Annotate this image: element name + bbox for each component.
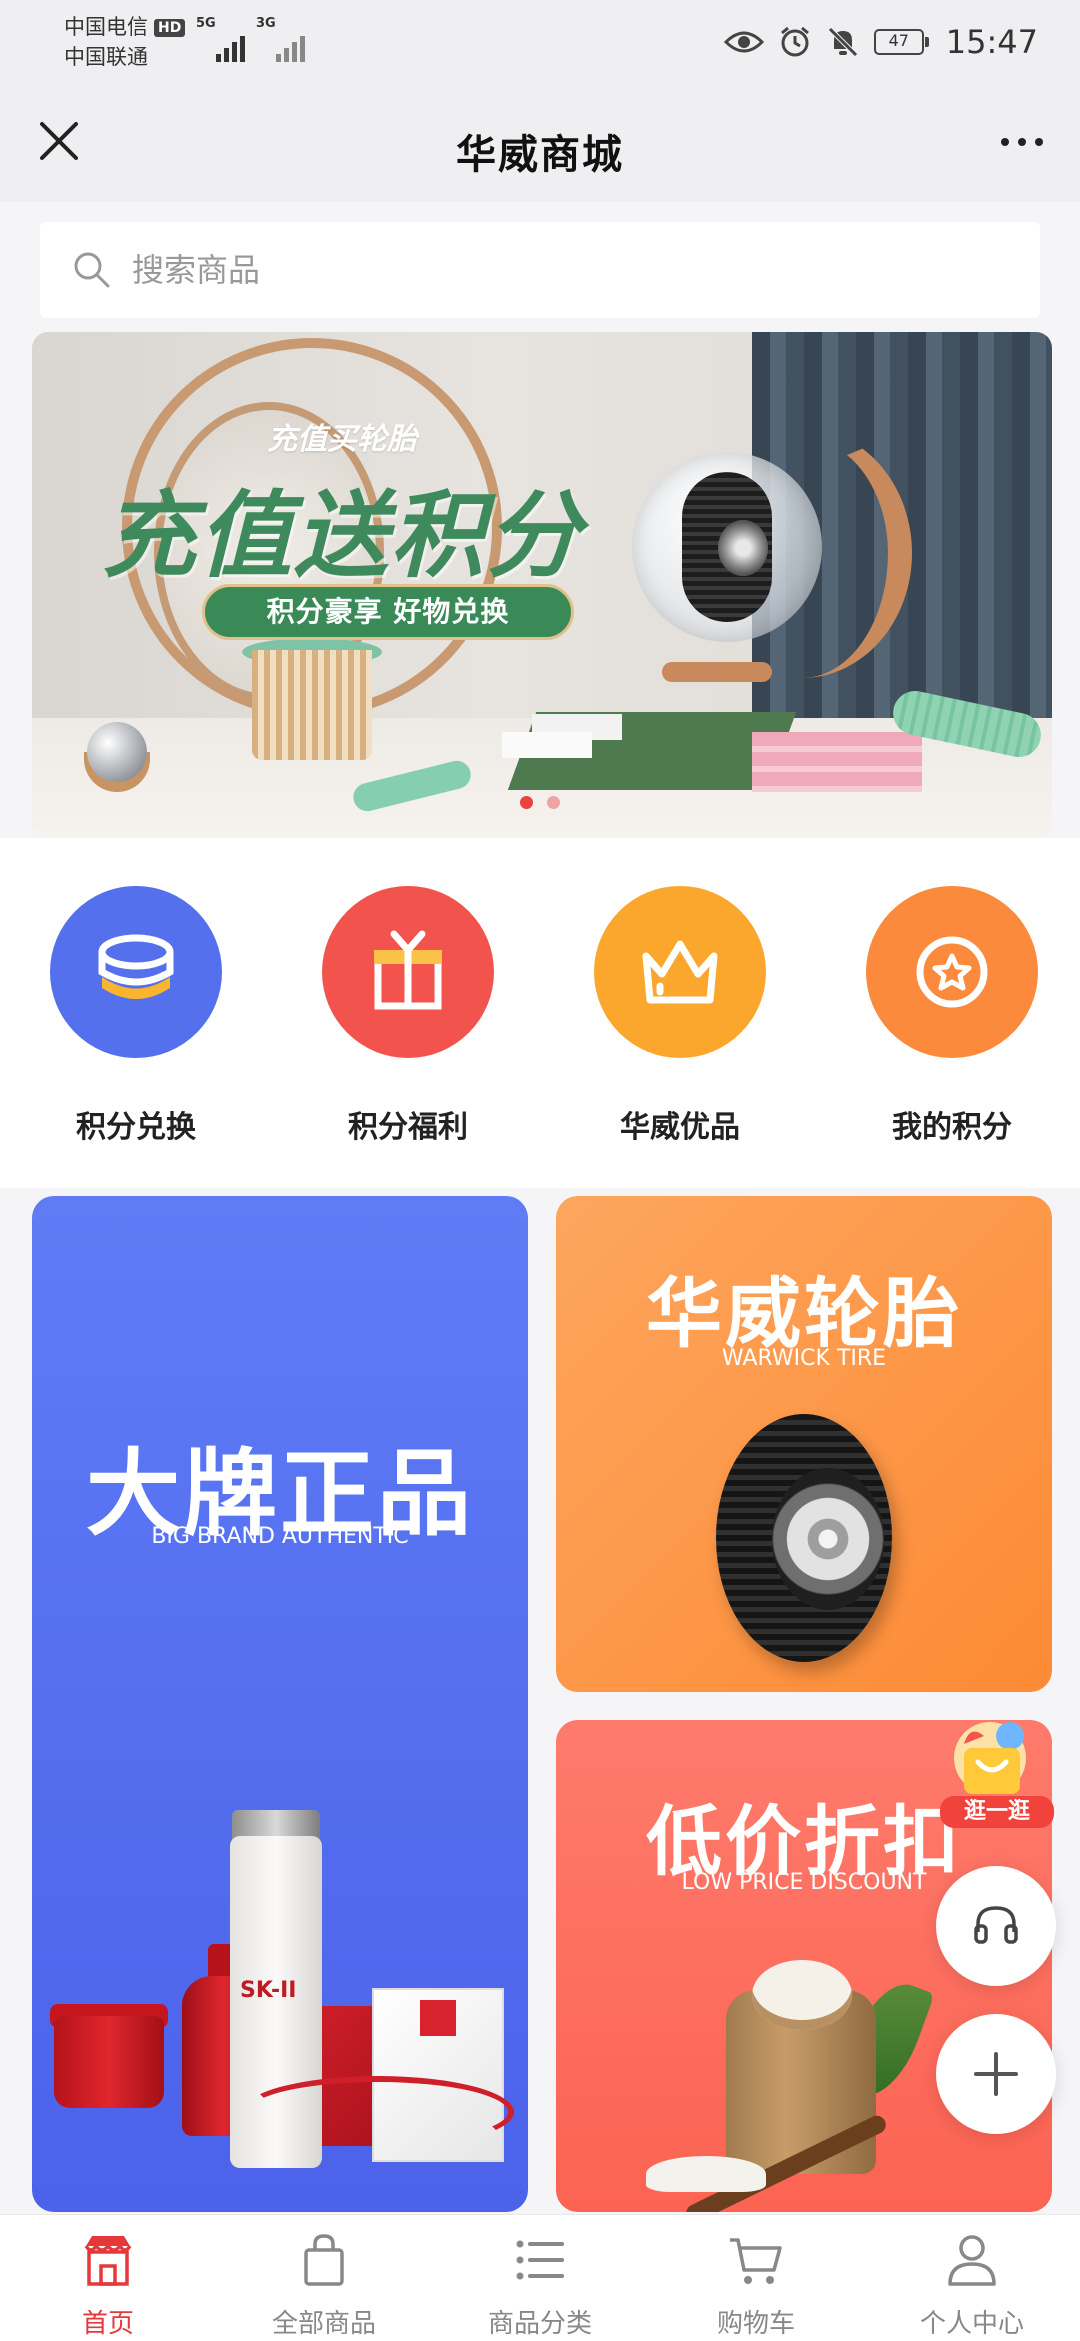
quick-action-my-points[interactable]: 我的积分	[832, 886, 1072, 1146]
status-bar: 中国电信 HD 中国联通 5G 3G 47 15:47	[0, 0, 1080, 84]
title-bar: 华威商城	[0, 84, 1080, 202]
product-ribbon	[242, 2076, 514, 2148]
nav-label: 首页	[81, 2309, 134, 2339]
coins-stack-icon	[50, 886, 222, 1058]
banner-title: 充值送积分	[101, 482, 582, 591]
warwick-tire-card[interactable]: 华威轮胎 WARWICK TIRE	[556, 1196, 1052, 1692]
tire-image	[716, 1414, 892, 1662]
nav-profile[interactable]: 个人中心	[864, 2229, 1080, 2340]
status-time: 15:47	[945, 23, 1038, 61]
cart-icon	[648, 2229, 864, 2291]
quick-action-premium[interactable]: 华威优品	[560, 886, 800, 1146]
rice-sack-top	[752, 1960, 852, 2030]
quick-actions: 积分兑换 积分福利 华威优品 我的积分	[0, 838, 1080, 1188]
page-title: 华威商城	[456, 132, 624, 178]
nav-cart[interactable]: 购物车	[648, 2229, 864, 2340]
carrier-info: 中国电信 HD 中国联通	[64, 12, 186, 72]
star-badge-icon	[866, 886, 1038, 1058]
nav-categories[interactable]: 商品分类	[432, 2229, 648, 2340]
user-icon	[864, 2229, 1080, 2291]
mute-bell-icon	[826, 25, 860, 59]
quick-action-label: 积分福利	[348, 1110, 468, 1145]
carrier-2: 中国联通	[64, 45, 148, 69]
status-icons: 47 15:47	[723, 18, 1038, 66]
quick-action-label: 积分兑换	[76, 1110, 196, 1145]
banner-pedestal	[252, 650, 372, 760]
nav-label: 购物车	[716, 2309, 795, 2339]
banner-pagination[interactable]	[520, 796, 560, 809]
gift-icon	[322, 886, 494, 1058]
more-dot-icon	[1001, 138, 1009, 146]
headset-icon	[974, 1906, 1018, 1944]
quick-action-points-exchange[interactable]: 积分兑换	[16, 886, 256, 1146]
quick-action-label: 我的积分	[892, 1110, 1012, 1145]
brand-authentic-card[interactable]: 大牌正品 BIG BRAND AUTHENTIC SK-II	[32, 1196, 528, 2212]
signal-5g-label: 5G	[196, 16, 216, 31]
plus-icon	[974, 2052, 1018, 2096]
banner-subtitle: 充值买轮胎	[267, 422, 417, 457]
banner-tire-image	[682, 472, 772, 622]
quick-action-points-welfare[interactable]: 积分福利	[288, 886, 528, 1146]
crown-icon	[594, 886, 766, 1058]
nav-home[interactable]: 首页	[0, 2229, 216, 2340]
quick-action-label: 华威优品	[620, 1110, 740, 1145]
add-button[interactable]	[936, 2014, 1056, 2134]
nav-all-products[interactable]: 全部商品	[216, 2229, 432, 2340]
signal-3g-label: 3G	[256, 16, 276, 31]
carrier-1: 中国电信	[64, 15, 148, 39]
bag-icon	[216, 2229, 432, 2291]
battery-indicator: 47	[873, 29, 929, 55]
hd-badge: HD	[154, 19, 186, 37]
browse-float-button[interactable]: 逛一逛	[934, 1718, 1056, 1838]
banner-steps	[752, 732, 922, 792]
search-bar[interactable]	[40, 222, 1040, 318]
bottom-navigation: 首页 全部商品 商品分类 购物车 个人中心	[0, 2214, 1080, 2341]
product-brand-label: SK-II	[240, 1978, 297, 2003]
nav-label: 全部商品	[271, 2309, 376, 2339]
nav-label: 个人中心	[919, 2309, 1024, 2339]
store-icon	[0, 2229, 216, 2291]
search-icon	[74, 252, 110, 288]
list-icon	[432, 2229, 648, 2291]
browse-label: 逛一逛	[963, 1799, 1030, 1824]
banner-stand	[662, 662, 772, 682]
card-subtitle: BIG BRAND AUTHENTIC	[151, 1524, 409, 1549]
promo-banner[interactable]: 充值买轮胎 充值送积分 积分豪享 好物兑换	[32, 332, 1052, 838]
banner-dot-active[interactable]	[520, 796, 533, 809]
eye-icon	[723, 28, 764, 56]
nav-label: 商品分类	[487, 2309, 592, 2339]
alarm-icon	[778, 25, 812, 59]
search-input[interactable]	[130, 250, 994, 290]
more-dot-icon	[1035, 138, 1043, 146]
rice-pile-image	[646, 2156, 766, 2192]
more-dot-icon	[1018, 138, 1026, 146]
banner-ball	[87, 722, 147, 782]
card-subtitle: WARWICK TIRE	[721, 1346, 887, 1371]
tire-rim	[772, 1468, 884, 1610]
banner-cubes	[502, 732, 592, 758]
product-jar	[54, 2016, 164, 2108]
customer-service-button[interactable]	[936, 1866, 1056, 1986]
banner-pill: 积分豪享 好物兑换	[202, 584, 574, 640]
more-options-button[interactable]	[986, 110, 1058, 174]
banner-dot[interactable]	[547, 796, 560, 809]
